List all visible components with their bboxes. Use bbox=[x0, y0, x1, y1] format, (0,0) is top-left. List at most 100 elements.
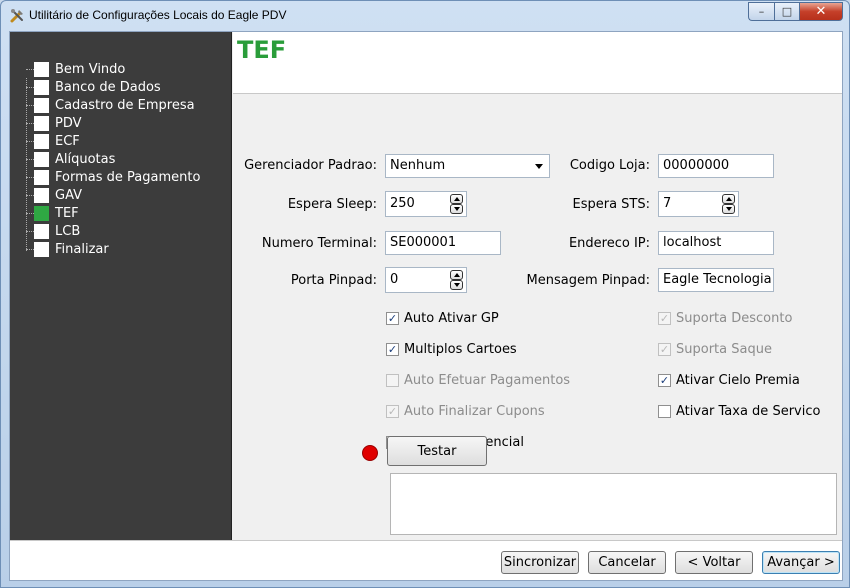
endereco-ip-input[interactable]: localhost bbox=[658, 231, 774, 255]
sidebar-item-alíquotas[interactable]: Alíquotas bbox=[34, 150, 115, 168]
sidebar-item-formas-de-pagamento[interactable]: Formas de Pagamento bbox=[34, 168, 200, 186]
tree-tick bbox=[26, 105, 34, 106]
porta-pinpad-spinner[interactable]: 0 bbox=[385, 267, 467, 293]
footer-bar: Sincronizar Cancelar < Voltar Avançar > bbox=[10, 540, 842, 580]
espera-sleep-spinner[interactable]: 250 bbox=[385, 191, 467, 217]
tree-tick bbox=[26, 141, 34, 142]
window-title: Utilitário de Configurações Locais do Ea… bbox=[29, 8, 287, 22]
sidebar-item-lcb[interactable]: LCB bbox=[34, 222, 80, 240]
numero-terminal-label: Numero Terminal: bbox=[261, 236, 377, 251]
page-header: TEF bbox=[233, 32, 842, 94]
sidebar-item-gav[interactable]: GAV bbox=[34, 186, 82, 204]
ativar-cielo-premia-checkbox[interactable]: ✓ Ativar Cielo Premia bbox=[658, 371, 800, 389]
sidebar-item-pdv[interactable]: PDV bbox=[34, 114, 82, 132]
tef-form: Gerenciador Padrao: Nenhum Codigo Loja: … bbox=[233, 95, 842, 540]
auto-finalizar-cupons-label: Auto Finalizar Cupons bbox=[404, 403, 545, 419]
sidebar-item-tef[interactable]: TEF bbox=[34, 204, 79, 222]
step-status-icon bbox=[34, 205, 49, 221]
auto-efetuar-pagamentos-label: Auto Efetuar Pagamentos bbox=[404, 372, 571, 388]
sidebar-item-label: Bem Vindo bbox=[55, 61, 126, 77]
tree-tick bbox=[26, 159, 34, 160]
tree-tick bbox=[26, 213, 34, 214]
sidebar-item-label: PDV bbox=[55, 115, 82, 131]
tools-icon bbox=[10, 9, 23, 23]
suporta-saque-label: Suporta Saque bbox=[676, 341, 772, 357]
sidebar-item-label: Banco de Dados bbox=[55, 79, 161, 95]
espera-sleep-value: 250 bbox=[390, 196, 415, 211]
gerenciador-label: Gerenciador Padrao: bbox=[244, 158, 377, 173]
sidebar-item-label: Cadastro de Empresa bbox=[55, 97, 195, 113]
sidebar-item-label: Finalizar bbox=[55, 241, 109, 257]
avancar-button[interactable]: Avançar > bbox=[762, 551, 840, 574]
step-status-icon bbox=[34, 151, 49, 167]
cancelar-button[interactable]: Cancelar bbox=[588, 551, 666, 574]
espera-sts-spinner[interactable]: 7 bbox=[658, 191, 739, 217]
ativar-taxa-servico-checkbox[interactable]: Ativar Taxa de Servico bbox=[658, 402, 820, 420]
espera-sts-value: 7 bbox=[663, 196, 672, 211]
spin-up-icon[interactable] bbox=[450, 270, 463, 280]
tree-tick bbox=[26, 69, 34, 70]
checkbox-unchecked-icon bbox=[386, 373, 399, 387]
endereco-ip-label: Endereco IP: bbox=[568, 236, 650, 251]
auto-ativar-gp-label: Auto Ativar GP bbox=[404, 310, 499, 326]
spin-down-icon[interactable] bbox=[450, 204, 463, 214]
auto-efetuar-pagamentos-checkbox: Auto Efetuar Pagamentos bbox=[386, 371, 570, 389]
spin-down-icon[interactable] bbox=[722, 204, 735, 214]
tree-tick bbox=[26, 123, 34, 124]
mensagem-pinpad-input[interactable]: Eagle Tecnologia bbox=[658, 268, 774, 292]
sidebar-item-label: Alíquotas bbox=[55, 151, 116, 167]
sidebar-item-label: LCB bbox=[55, 223, 81, 239]
suporta-saque-checkbox: ✓ Suporta Saque bbox=[658, 340, 772, 358]
sidebar-item-ecf[interactable]: ECF bbox=[34, 132, 80, 150]
test-output-area[interactable] bbox=[390, 473, 837, 535]
title-bar: Utilitário de Configurações Locais do Ea… bbox=[1, 1, 849, 31]
gerenciador-select[interactable]: Nenhum bbox=[385, 154, 550, 178]
ativar-cielo-premia-label: Ativar Cielo Premia bbox=[676, 372, 800, 388]
sidebar-item-label: GAV bbox=[55, 187, 83, 203]
step-status-icon bbox=[34, 61, 49, 77]
step-status-icon bbox=[34, 79, 49, 95]
porta-pinpad-label: Porta Pinpad: bbox=[290, 273, 377, 288]
checkbox-checked-icon: ✓ bbox=[658, 311, 671, 325]
step-status-icon bbox=[34, 169, 49, 185]
sidebar-item-label: TEF bbox=[55, 205, 79, 221]
tree-tick bbox=[26, 231, 34, 232]
maximize-button[interactable]: □ bbox=[774, 2, 799, 21]
sidebar-item-banco-de-dados[interactable]: Banco de Dados bbox=[34, 78, 161, 96]
spin-down-icon[interactable] bbox=[450, 280, 463, 290]
sidebar-item-label: ECF bbox=[55, 133, 80, 149]
sidebar-item-bem-vindo[interactable]: Bem Vindo bbox=[34, 60, 125, 78]
auto-ativar-gp-checkbox[interactable]: ✓ Auto Ativar GP bbox=[386, 309, 499, 327]
numero-terminal-input[interactable]: SE000001 bbox=[385, 231, 501, 255]
codigo-loja-label: Codigo Loja: bbox=[569, 158, 650, 173]
sidebar-item-cadastro-de-empresa[interactable]: Cadastro de Empresa bbox=[34, 96, 195, 114]
espera-sts-label: Espera STS: bbox=[572, 197, 650, 212]
step-status-icon bbox=[34, 187, 49, 203]
checkbox-checked-icon: ✓ bbox=[658, 342, 671, 356]
spin-up-icon[interactable] bbox=[450, 194, 463, 204]
step-status-icon bbox=[34, 241, 49, 257]
tree-tick bbox=[26, 249, 34, 250]
step-status-icon bbox=[34, 97, 49, 113]
spin-up-icon[interactable] bbox=[722, 194, 735, 204]
checkbox-checked-icon: ✓ bbox=[386, 404, 399, 418]
tree-tick bbox=[26, 87, 34, 88]
checkbox-checked-icon: ✓ bbox=[386, 311, 399, 325]
sidebar-item-label: Formas de Pagamento bbox=[55, 169, 201, 185]
checkbox-checked-icon: ✓ bbox=[386, 342, 399, 356]
status-indicator-icon bbox=[362, 445, 378, 461]
window-controls: – □ ✕ bbox=[748, 2, 843, 21]
codigo-loja-input[interactable]: 00000000 bbox=[658, 154, 774, 178]
close-button[interactable]: ✕ bbox=[799, 2, 843, 21]
sincronizar-button[interactable]: Sincronizar bbox=[501, 551, 579, 574]
tree-connector bbox=[26, 78, 27, 251]
minimize-button[interactable]: – bbox=[748, 2, 774, 21]
tree-tick bbox=[26, 177, 34, 178]
step-status-icon bbox=[34, 133, 49, 149]
sidebar-item-finalizar[interactable]: Finalizar bbox=[34, 240, 109, 258]
multiplos-cartoes-checkbox[interactable]: ✓ Multiplos Cartoes bbox=[386, 340, 517, 358]
voltar-button[interactable]: < Voltar bbox=[675, 551, 753, 574]
checkbox-unchecked-icon bbox=[658, 404, 671, 418]
client-area: Bem Vindo Banco de Dados Cadastro de Empre… bbox=[9, 31, 843, 581]
testar-button[interactable]: Testar bbox=[387, 436, 487, 466]
